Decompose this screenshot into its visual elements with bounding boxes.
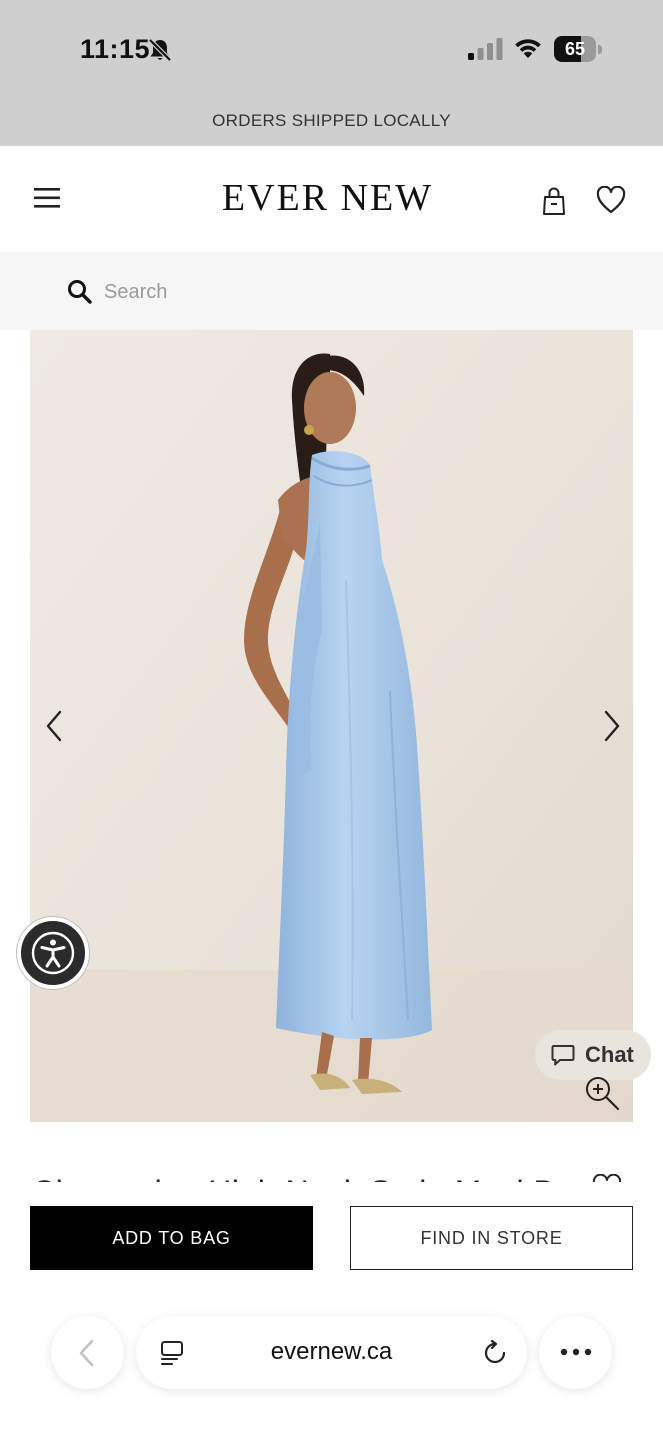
product-title: Clementine High Neck Satin Maxi Dress <box>32 1174 620 1182</box>
announcement-bar: ORDERS SHIPPED LOCALLY <box>0 96 663 146</box>
browser-toolbar: evernew.ca <box>0 1280 663 1440</box>
find-in-store-button[interactable]: FIND IN STORE <box>350 1206 633 1270</box>
url-text: evernew.ca <box>270 1338 393 1365</box>
search-bar <box>0 252 663 330</box>
next-image-arrow-icon[interactable] <box>596 708 626 744</box>
status-bar: 11:15 65 <box>0 0 663 96</box>
more-dots-icon <box>560 1348 592 1356</box>
browser-back-button[interactable] <box>51 1316 124 1389</box>
shopping-bag-icon[interactable] <box>541 186 567 216</box>
chat-label: Chat <box>585 1042 634 1067</box>
product-image[interactable] <box>30 330 633 1122</box>
back-chevron-icon <box>79 1339 94 1367</box>
add-to-wishlist-heart-icon[interactable] <box>592 1174 622 1182</box>
wifi-icon <box>515 39 541 58</box>
bell-slash-icon <box>148 38 172 62</box>
accessibility-button[interactable] <box>17 917 89 989</box>
reload-icon[interactable] <box>482 1340 508 1366</box>
address-bar[interactable]: evernew.ca <box>136 1316 527 1389</box>
search-input[interactable] <box>104 274 604 310</box>
status-time: 11:15 <box>80 34 151 64</box>
cellular-signal-icon <box>468 38 503 60</box>
chat-button[interactable]: Chat <box>535 1030 651 1080</box>
more-options-button[interactable] <box>539 1316 612 1389</box>
accessibility-icon <box>31 931 75 975</box>
wishlist-heart-icon[interactable] <box>596 186 626 214</box>
product-photo <box>30 330 633 1122</box>
site-header: EVER NEW <box>0 146 663 252</box>
chat-bubble-icon <box>551 1045 575 1066</box>
search-icon[interactable] <box>67 279 93 305</box>
battery-percent: 65 <box>564 39 586 59</box>
zoom-in-icon[interactable] <box>582 1076 622 1112</box>
previous-image-arrow-icon[interactable] <box>40 708 70 744</box>
add-to-bag-button[interactable]: ADD TO BAG <box>30 1206 313 1270</box>
product-title-area: Clementine High Neck Satin Maxi Dress <box>0 1160 663 1182</box>
battery-icon: 65 <box>554 36 602 62</box>
logo-text[interactable]: EVER NEW <box>222 176 433 220</box>
